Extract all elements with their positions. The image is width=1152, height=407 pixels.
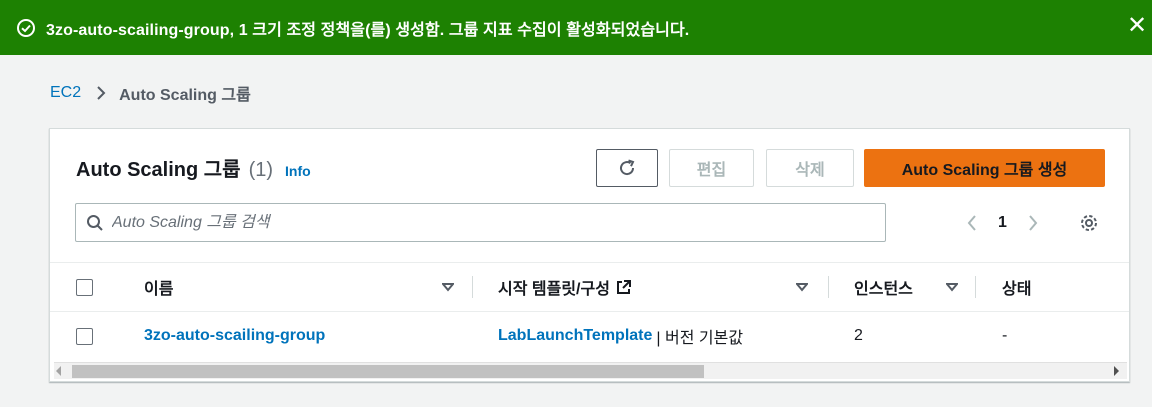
external-link-icon <box>615 279 632 296</box>
pagination: 1 <box>960 209 1045 237</box>
status-value: - <box>1002 327 1008 344</box>
close-icon[interactable]: ✕ <box>1126 13 1148 39</box>
column-divider[interactable] <box>472 276 473 298</box>
next-page-icon[interactable] <box>1021 214 1045 232</box>
refresh-icon <box>617 158 637 178</box>
column-header-name[interactable]: 이름 <box>144 263 474 311</box>
check-circle-icon <box>16 18 36 38</box>
column-header-label: 이름 <box>144 281 174 298</box>
page-title: Auto Scaling 그룹 <box>76 159 241 181</box>
template-version: | 버전 기본값 <box>656 330 744 347</box>
group-count: (1) <box>248 159 274 181</box>
launch-template-link[interactable]: LabLaunchTemplate <box>498 327 652 345</box>
flash-message: 3zo-auto-scailing-group, 1 크기 조정 정책을(를) … <box>46 21 690 39</box>
table-header: 이름 시작 템플릿/구성 인스턴스 상태 <box>50 262 1129 312</box>
success-flashbar: 3zo-auto-scailing-group, 1 크기 조정 정책을(를) … <box>0 0 1152 55</box>
cell-instances: 2 <box>854 312 863 360</box>
column-divider[interactable] <box>828 276 829 298</box>
column-header-label: 시작 템플릿/구성 <box>498 281 610 298</box>
column-header-label: 인스턴스 <box>854 281 913 298</box>
chevron-right-icon <box>95 85 107 101</box>
cell-name: 3zo-auto-scailing-group <box>144 312 325 360</box>
select-all-checkbox[interactable] <box>76 278 93 296</box>
column-header-instances[interactable]: 인스턴스 <box>854 263 976 311</box>
info-link[interactable]: Info <box>285 163 311 179</box>
search-icon <box>86 214 104 232</box>
panel-header: Auto Scaling 그룹 (1) Info <box>76 153 311 182</box>
group-name-link[interactable]: 3zo-auto-scailing-group <box>144 327 325 345</box>
scrollbar-thumb[interactable] <box>72 365 704 378</box>
column-header-status[interactable]: 상태 <box>1002 263 1031 311</box>
column-header-launch-template[interactable]: 시작 템플릿/구성 <box>498 263 829 311</box>
column-divider[interactable] <box>975 276 976 298</box>
previous-page-icon[interactable] <box>960 214 984 232</box>
current-page[interactable]: 1 <box>998 214 1007 232</box>
search-input[interactable] <box>112 213 852 232</box>
instance-count: 2 <box>854 327 863 344</box>
breadcrumb-ec2-link[interactable]: EC2 <box>50 84 81 102</box>
cell-status: - <box>1002 312 1007 360</box>
search-box <box>75 203 886 242</box>
horizontal-scrollbar[interactable] <box>54 362 1127 379</box>
row-checkbox-cell <box>76 312 93 360</box>
sort-down-icon[interactable] <box>946 282 958 292</box>
scroll-right-icon[interactable] <box>1114 366 1119 376</box>
cell-launch-template: LabLaunchTemplate | 버전 기본값 <box>498 312 743 360</box>
delete-button[interactable]: 삭제 <box>766 149 854 187</box>
sort-down-icon[interactable] <box>796 282 808 292</box>
edit-button[interactable]: 편집 <box>669 149 754 187</box>
column-header-label: 상태 <box>1002 281 1032 298</box>
scroll-left-icon[interactable] <box>56 366 61 376</box>
select-all-checkbox-cell <box>76 263 93 311</box>
row-checkbox[interactable] <box>76 327 93 345</box>
sort-down-icon[interactable] <box>442 282 454 292</box>
breadcrumb-current: Auto Scaling 그룹 <box>119 87 251 104</box>
gear-icon[interactable] <box>1078 212 1100 234</box>
breadcrumb: EC2 Auto Scaling 그룹 <box>50 82 251 104</box>
refresh-button[interactable] <box>596 149 658 187</box>
create-auto-scaling-group-button[interactable]: Auto Scaling 그룹 생성 <box>864 149 1105 187</box>
table-row: 3zo-auto-scailing-group LabLaunchTemplat… <box>50 312 1129 360</box>
auto-scaling-groups-panel: Auto Scaling 그룹 (1) Info 편집 삭제 Auto Scal… <box>49 128 1130 382</box>
